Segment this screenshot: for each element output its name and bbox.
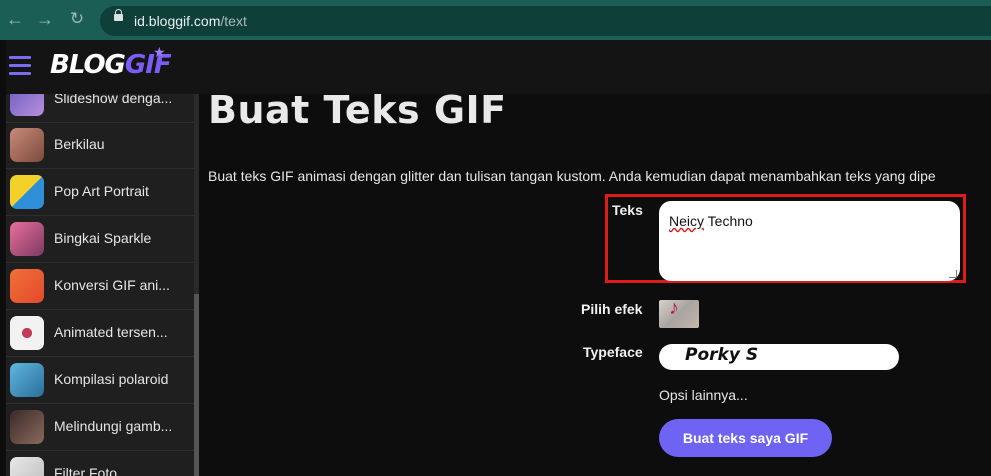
sidebar-item-konversi-gif[interactable]: Konversi GIF ani... [6, 263, 194, 310]
reload-icon[interactable]: ↻ [66, 8, 88, 30]
sidebar-item-thumbnail [10, 410, 44, 444]
sidebar-item-label: Melindungi gamb... [54, 418, 173, 434]
sidebar-item-thumbnail [10, 128, 44, 162]
sidebar-item-bingkai-sparkle[interactable]: Bingkai Sparkle [6, 216, 194, 263]
sidebar-item-thumbnail [10, 175, 44, 209]
url-text[interactable]: id.bloggif.com/text [134, 13, 247, 29]
sidebar-item-label: Animated tersen... [54, 324, 168, 340]
sidebar-item-thumbnail [10, 457, 44, 476]
text-input-value: Techno [704, 213, 753, 229]
effect-label: Pilih efek [581, 301, 643, 317]
star-icon: ★ [153, 44, 166, 60]
url-domain: id.bloggif.com [134, 13, 221, 29]
resize-handle-icon[interactable] [949, 270, 957, 278]
sidebar-item-thumbnail [10, 94, 44, 116]
sidebar-item-label: Bingkai Sparkle [54, 230, 152, 246]
sidebar-item-label: Kompilasi polaroid [54, 371, 169, 387]
more-options-link[interactable]: Opsi lainnya... [659, 387, 748, 403]
site-header: BLOGGIF ★ [6, 40, 991, 94]
sidebar-item-thumbnail [10, 222, 44, 256]
typeface-select[interactable]: Porky S [659, 344, 899, 370]
main-content: Buat Teks GIF Buat teks GIF animasi deng… [199, 88, 991, 476]
create-gif-button[interactable]: Buat teks saya GIF [659, 419, 832, 457]
sidebar-item-berkilau[interactable]: Berkilau [6, 122, 194, 169]
sidebar-item-thumbnail [10, 316, 44, 350]
sidebar-item-label: Berkilau [54, 136, 105, 152]
sidebar: Slideshow denga... Berkilau Pop Art Port… [6, 94, 194, 476]
text-input-value-misspelled: Neicy [669, 213, 705, 229]
sidebar-item-label: Pop Art Portrait [54, 183, 149, 199]
hamburger-menu-icon[interactable] [9, 56, 31, 76]
back-arrow-icon[interactable]: ← [4, 8, 26, 30]
sidebar-item-slideshow[interactable]: Slideshow denga... [6, 94, 194, 123]
sidebar-item-label: Filter Foto [54, 465, 118, 476]
typeface-label: Typeface [583, 344, 643, 360]
url-path: /text [220, 13, 247, 29]
text-input[interactable]: Neicy Techno [659, 201, 960, 281]
sidebar-item-kompilasi-polaroid[interactable]: Kompilasi polaroid [6, 357, 194, 404]
address-bar[interactable]: id.bloggif.com/text [100, 6, 991, 36]
logo-text-main: BLOG [50, 50, 126, 80]
forward-arrow-icon[interactable]: → [34, 8, 56, 30]
sidebar-item-melindungi-gambar[interactable]: Melindungi gamb... [6, 404, 194, 451]
effect-picker[interactable] [659, 297, 699, 328]
typeface-value: Porky S [685, 345, 759, 365]
text-field-label: Teks [612, 202, 643, 218]
page-description: Buat teks GIF animasi dengan glitter dan… [208, 168, 936, 184]
sidebar-item-label: Slideshow denga... [54, 94, 173, 106]
sidebar-item-thumbnail [10, 363, 44, 397]
page-title: Buat Teks GIF [208, 88, 507, 132]
lock-icon[interactable] [114, 9, 123, 21]
sidebar-item-filter-foto[interactable]: Filter Foto [6, 451, 194, 476]
sidebar-item-thumbnail [10, 269, 44, 303]
browser-toolbar: ← → ↻ id.bloggif.com/text [0, 0, 991, 40]
sidebar-item-label: Konversi GIF ani... [54, 277, 170, 293]
sidebar-item-animated-tersenyum[interactable]: Animated tersen... [6, 310, 194, 357]
sidebar-item-pop-art[interactable]: Pop Art Portrait [6, 169, 194, 216]
